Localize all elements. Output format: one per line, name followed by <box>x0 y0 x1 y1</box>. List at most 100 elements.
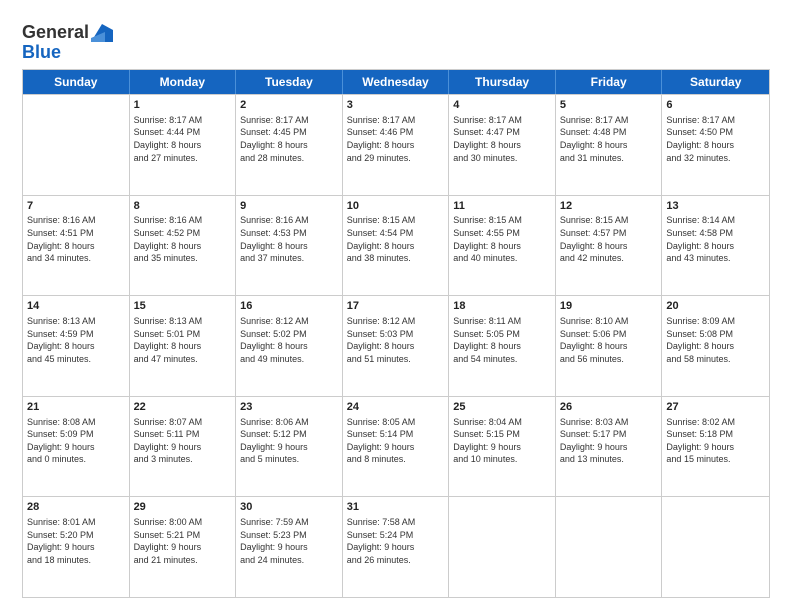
calendar-cell: 3Sunrise: 8:17 AM Sunset: 4:46 PM Daylig… <box>343 95 450 195</box>
day-info: Sunrise: 8:17 AM Sunset: 4:45 PM Dayligh… <box>240 114 338 164</box>
logo: General Blue <box>22 22 113 61</box>
day-info: Sunrise: 8:15 AM Sunset: 4:55 PM Dayligh… <box>453 214 551 264</box>
calendar-cell: 11Sunrise: 8:15 AM Sunset: 4:55 PM Dayli… <box>449 196 556 296</box>
day-info: Sunrise: 8:03 AM Sunset: 5:17 PM Dayligh… <box>560 416 658 466</box>
calendar-cell: 13Sunrise: 8:14 AM Sunset: 4:58 PM Dayli… <box>662 196 769 296</box>
day-info: Sunrise: 8:14 AM Sunset: 4:58 PM Dayligh… <box>666 214 765 264</box>
day-number: 24 <box>347 400 445 415</box>
day-info: Sunrise: 8:10 AM Sunset: 5:06 PM Dayligh… <box>560 315 658 365</box>
day-info: Sunrise: 8:13 AM Sunset: 5:01 PM Dayligh… <box>134 315 232 365</box>
calendar-cell <box>556 497 663 597</box>
day-info: Sunrise: 7:59 AM Sunset: 5:23 PM Dayligh… <box>240 516 338 566</box>
calendar-cell: 2Sunrise: 8:17 AM Sunset: 4:45 PM Daylig… <box>236 95 343 195</box>
day-number: 8 <box>134 199 232 214</box>
day-info: Sunrise: 8:17 AM Sunset: 4:47 PM Dayligh… <box>453 114 551 164</box>
calendar-cell: 23Sunrise: 8:06 AM Sunset: 5:12 PM Dayli… <box>236 397 343 497</box>
day-number: 19 <box>560 299 658 314</box>
calendar-cell: 18Sunrise: 8:11 AM Sunset: 5:05 PM Dayli… <box>449 296 556 396</box>
day-info: Sunrise: 8:09 AM Sunset: 5:08 PM Dayligh… <box>666 315 765 365</box>
calendar-week-4: 21Sunrise: 8:08 AM Sunset: 5:09 PM Dayli… <box>23 396 769 497</box>
day-number: 15 <box>134 299 232 314</box>
day-info: Sunrise: 8:16 AM Sunset: 4:53 PM Dayligh… <box>240 214 338 264</box>
day-number: 28 <box>27 500 125 515</box>
day-number: 26 <box>560 400 658 415</box>
header: General Blue <box>22 18 770 61</box>
calendar-cell: 28Sunrise: 8:01 AM Sunset: 5:20 PM Dayli… <box>23 497 130 597</box>
calendar-cell: 14Sunrise: 8:13 AM Sunset: 4:59 PM Dayli… <box>23 296 130 396</box>
day-info: Sunrise: 8:16 AM Sunset: 4:51 PM Dayligh… <box>27 214 125 264</box>
day-info: Sunrise: 8:12 AM Sunset: 5:02 PM Dayligh… <box>240 315 338 365</box>
day-info: Sunrise: 8:17 AM Sunset: 4:50 PM Dayligh… <box>666 114 765 164</box>
day-number: 23 <box>240 400 338 415</box>
day-info: Sunrise: 8:00 AM Sunset: 5:21 PM Dayligh… <box>134 516 232 566</box>
calendar-cell: 16Sunrise: 8:12 AM Sunset: 5:02 PM Dayli… <box>236 296 343 396</box>
calendar-header: Sunday Monday Tuesday Wednesday Thursday… <box>23 70 769 94</box>
calendar-cell: 8Sunrise: 8:16 AM Sunset: 4:52 PM Daylig… <box>130 196 237 296</box>
calendar-cell: 30Sunrise: 7:59 AM Sunset: 5:23 PM Dayli… <box>236 497 343 597</box>
day-number: 13 <box>666 199 765 214</box>
day-number: 4 <box>453 98 551 113</box>
day-number: 16 <box>240 299 338 314</box>
calendar-cell: 31Sunrise: 7:58 AM Sunset: 5:24 PM Dayli… <box>343 497 450 597</box>
calendar-cell: 27Sunrise: 8:02 AM Sunset: 5:18 PM Dayli… <box>662 397 769 497</box>
day-number: 17 <box>347 299 445 314</box>
day-number: 21 <box>27 400 125 415</box>
day-number: 7 <box>27 199 125 214</box>
calendar-cell: 7Sunrise: 8:16 AM Sunset: 4:51 PM Daylig… <box>23 196 130 296</box>
calendar-week-1: 1Sunrise: 8:17 AM Sunset: 4:44 PM Daylig… <box>23 94 769 195</box>
calendar-cell: 9Sunrise: 8:16 AM Sunset: 4:53 PM Daylig… <box>236 196 343 296</box>
day-number: 22 <box>134 400 232 415</box>
calendar-cell: 12Sunrise: 8:15 AM Sunset: 4:57 PM Dayli… <box>556 196 663 296</box>
header-friday: Friday <box>556 70 663 94</box>
day-number: 31 <box>347 500 445 515</box>
day-info: Sunrise: 8:15 AM Sunset: 4:54 PM Dayligh… <box>347 214 445 264</box>
day-number: 18 <box>453 299 551 314</box>
calendar: Sunday Monday Tuesday Wednesday Thursday… <box>22 69 770 598</box>
day-number: 2 <box>240 98 338 113</box>
day-number: 14 <box>27 299 125 314</box>
day-info: Sunrise: 8:17 AM Sunset: 4:46 PM Dayligh… <box>347 114 445 164</box>
header-sunday: Sunday <box>23 70 130 94</box>
day-number: 11 <box>453 199 551 214</box>
calendar-cell: 6Sunrise: 8:17 AM Sunset: 4:50 PM Daylig… <box>662 95 769 195</box>
day-info: Sunrise: 8:17 AM Sunset: 4:44 PM Dayligh… <box>134 114 232 164</box>
day-info: Sunrise: 7:58 AM Sunset: 5:24 PM Dayligh… <box>347 516 445 566</box>
day-info: Sunrise: 8:11 AM Sunset: 5:05 PM Dayligh… <box>453 315 551 365</box>
logo-general-text: General <box>22 22 89 43</box>
day-number: 30 <box>240 500 338 515</box>
day-info: Sunrise: 8:12 AM Sunset: 5:03 PM Dayligh… <box>347 315 445 365</box>
calendar-cell <box>449 497 556 597</box>
day-info: Sunrise: 8:02 AM Sunset: 5:18 PM Dayligh… <box>666 416 765 466</box>
calendar-cell: 4Sunrise: 8:17 AM Sunset: 4:47 PM Daylig… <box>449 95 556 195</box>
day-info: Sunrise: 8:07 AM Sunset: 5:11 PM Dayligh… <box>134 416 232 466</box>
day-number: 1 <box>134 98 232 113</box>
day-number: 20 <box>666 299 765 314</box>
day-number: 9 <box>240 199 338 214</box>
day-number: 29 <box>134 500 232 515</box>
calendar-cell: 10Sunrise: 8:15 AM Sunset: 4:54 PM Dayli… <box>343 196 450 296</box>
day-info: Sunrise: 8:13 AM Sunset: 4:59 PM Dayligh… <box>27 315 125 365</box>
header-tuesday: Tuesday <box>236 70 343 94</box>
calendar-week-3: 14Sunrise: 8:13 AM Sunset: 4:59 PM Dayli… <box>23 295 769 396</box>
calendar-cell: 19Sunrise: 8:10 AM Sunset: 5:06 PM Dayli… <box>556 296 663 396</box>
calendar-cell: 5Sunrise: 8:17 AM Sunset: 4:48 PM Daylig… <box>556 95 663 195</box>
header-saturday: Saturday <box>662 70 769 94</box>
day-info: Sunrise: 8:16 AM Sunset: 4:52 PM Dayligh… <box>134 214 232 264</box>
calendar-cell: 29Sunrise: 8:00 AM Sunset: 5:21 PM Dayli… <box>130 497 237 597</box>
day-info: Sunrise: 8:04 AM Sunset: 5:15 PM Dayligh… <box>453 416 551 466</box>
calendar-cell: 17Sunrise: 8:12 AM Sunset: 5:03 PM Dayli… <box>343 296 450 396</box>
day-info: Sunrise: 8:08 AM Sunset: 5:09 PM Dayligh… <box>27 416 125 466</box>
header-wednesday: Wednesday <box>343 70 450 94</box>
day-number: 5 <box>560 98 658 113</box>
header-monday: Monday <box>130 70 237 94</box>
calendar-cell: 26Sunrise: 8:03 AM Sunset: 5:17 PM Dayli… <box>556 397 663 497</box>
page: General Blue Sunday Monday Tuesday Wedne… <box>0 0 792 612</box>
header-thursday: Thursday <box>449 70 556 94</box>
day-info: Sunrise: 8:01 AM Sunset: 5:20 PM Dayligh… <box>27 516 125 566</box>
calendar-cell <box>23 95 130 195</box>
day-number: 6 <box>666 98 765 113</box>
calendar-cell: 22Sunrise: 8:07 AM Sunset: 5:11 PM Dayli… <box>130 397 237 497</box>
calendar-cell <box>662 497 769 597</box>
day-number: 12 <box>560 199 658 214</box>
day-info: Sunrise: 8:15 AM Sunset: 4:57 PM Dayligh… <box>560 214 658 264</box>
